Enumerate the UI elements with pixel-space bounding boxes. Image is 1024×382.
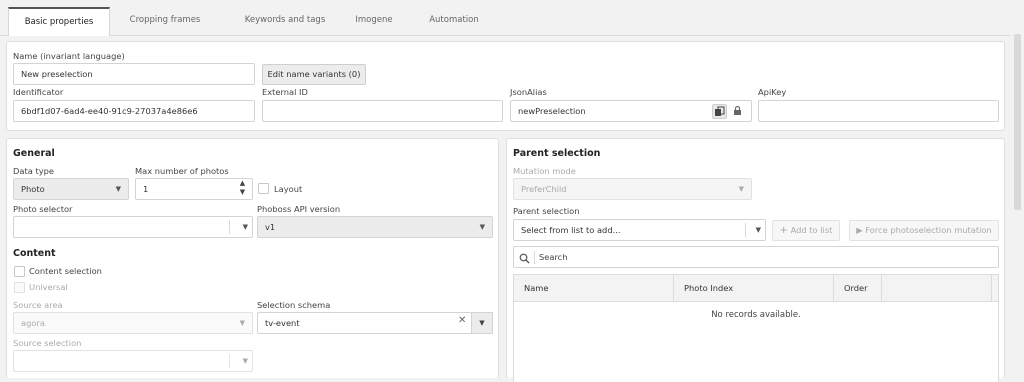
api-version-value: v1 <box>265 222 276 232</box>
page-scrollbar[interactable] <box>1014 34 1021 210</box>
search-input[interactable]: Search <box>539 247 568 267</box>
table-body: No records available. <box>513 302 999 382</box>
chevron-down-icon[interactable]: ▼ <box>471 312 493 334</box>
chevron-down-icon: ▼ <box>479 223 485 231</box>
selection-schema-value: tv-event <box>265 318 300 328</box>
search-field[interactable]: Search <box>513 246 999 268</box>
tab-imogene[interactable]: Imogene <box>343 7 405 36</box>
general-heading: General <box>13 148 55 159</box>
parent-selection-select[interactable]: Select from list to add... ▼ <box>513 219 766 241</box>
selection-schema-label: Selection schema <box>257 300 331 310</box>
stepper-icon[interactable]: ▲ ▼ <box>233 179 252 199</box>
identity-panel: Name (invariant language) New preselecti… <box>6 41 1005 131</box>
divider <box>534 251 535 264</box>
identificator-input[interactable]: 6bdf1d07-6ad4-ee40-91c9-27037a4e86e6 <box>13 100 255 122</box>
api-version-select[interactable]: v1 ▼ <box>257 216 493 238</box>
parent-selection-heading: Parent selection <box>513 148 601 159</box>
clear-icon[interactable]: ✕ <box>458 315 466 326</box>
column-header-order[interactable]: Order <box>834 275 882 302</box>
chevron-down-icon: ▼ <box>115 185 121 193</box>
tab-bar: Basic properties Cropping frames Keyword… <box>0 0 1010 36</box>
layout-checkbox[interactable] <box>258 183 269 194</box>
max-photos-label: Max number of photos <box>135 166 229 176</box>
chevron-down-icon: ▼ <box>755 226 761 234</box>
chevron-down-icon: ▼ <box>738 185 744 193</box>
chevron-down-icon: ▼ <box>239 319 245 327</box>
add-to-list-label: Add to list <box>790 225 833 235</box>
play-icon: ▶ <box>856 225 863 235</box>
divider <box>229 220 230 234</box>
force-mutation-label: Force photoselection mutation <box>865 225 992 235</box>
external-id-label: External ID <box>262 87 308 97</box>
edit-name-variants-button[interactable]: Edit name variants (0) <box>262 64 366 85</box>
table-header: Name Photo Index Order <box>513 274 999 302</box>
source-selection-select[interactable]: ▼ <box>13 350 253 372</box>
tab-keywords-and-tags[interactable]: Keywords and tags <box>225 7 345 36</box>
photo-selector-label: Photo selector <box>13 204 73 214</box>
name-input[interactable]: New preselection <box>13 63 255 85</box>
photo-selector-select[interactable]: ▼ <box>13 216 253 238</box>
mutation-mode-select[interactable]: PreferChild ▼ <box>513 178 752 200</box>
universal-label: Universal <box>29 282 68 292</box>
lock-icon[interactable] <box>731 104 746 119</box>
column-header-photo-index[interactable]: Photo Index <box>674 275 834 302</box>
tab-basic-properties[interactable]: Basic properties <box>8 7 110 36</box>
chevron-down-icon: ▼ <box>242 223 248 231</box>
external-id-input[interactable] <box>262 100 503 122</box>
empty-message: No records available. <box>711 310 801 320</box>
data-type-label: Data type <box>13 166 54 176</box>
content-selection-label: Content selection <box>29 266 102 276</box>
parent-selection-placeholder: Select from list to add... <box>521 225 621 235</box>
content-heading: Content <box>13 248 56 259</box>
mutation-mode-label: Mutation mode <box>513 166 576 176</box>
identificator-label: Identificator <box>13 87 64 97</box>
api-key-label: ApiKey <box>758 87 787 97</box>
plus-icon: + <box>779 225 788 236</box>
add-to-list-button[interactable]: + Add to list <box>772 220 840 241</box>
general-panel: General Data type Photo ▼ Max number of … <box>6 138 499 378</box>
content-selection-checkbox[interactable] <box>14 266 25 277</box>
mutation-mode-value: PreferChild <box>521 184 567 194</box>
chevron-down-icon: ▼ <box>242 357 248 365</box>
column-header-actions <box>882 275 992 302</box>
json-alias-label: JsonAlias <box>510 87 547 97</box>
search-icon <box>519 251 530 267</box>
layout-label: Layout <box>274 184 303 194</box>
divider <box>229 354 230 368</box>
copy-icon[interactable] <box>712 104 727 119</box>
source-area-label: Source area <box>13 300 63 310</box>
source-selection-label: Source selection <box>13 338 82 348</box>
data-type-value: Photo <box>21 184 45 194</box>
source-area-select[interactable]: agora ▼ <box>13 312 253 334</box>
parent-selection-label: Parent selection <box>513 206 580 216</box>
api-key-input[interactable] <box>758 100 999 122</box>
universal-checkbox[interactable] <box>14 282 25 293</box>
tab-automation[interactable]: Automation <box>412 7 496 36</box>
api-version-label: Phoboss API version <box>257 204 341 214</box>
data-type-select[interactable]: Photo ▼ <box>13 178 129 200</box>
source-area-value: agora <box>21 318 45 328</box>
force-mutation-button[interactable]: ▶ Force photoselection mutation <box>849 220 999 241</box>
tab-cropping-frames[interactable]: Cropping frames <box>115 7 215 36</box>
parent-selection-panel: Parent selection Mutation mode PreferChi… <box>506 138 1005 382</box>
column-header-name[interactable]: Name <box>514 275 674 302</box>
divider <box>745 223 746 237</box>
name-label: Name (invariant language) <box>13 51 125 61</box>
